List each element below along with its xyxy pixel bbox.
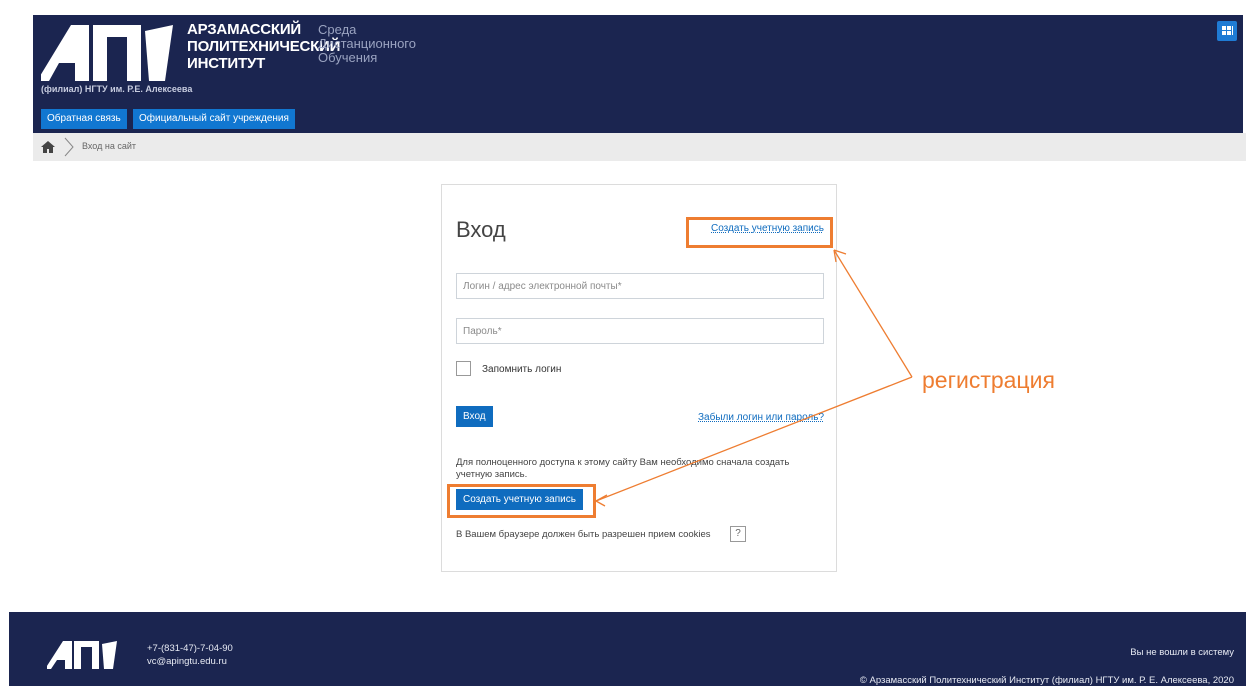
site-footer: +7-(831-47)-7-04-90 vc@apingtu.edu.ru Вы… (9, 612, 1246, 686)
footer-email[interactable]: vc@apingtu.edu.ru (147, 655, 233, 668)
help-icon[interactable]: ? (730, 526, 746, 542)
highlight-create-account-link (686, 217, 833, 248)
subtitle-line-2: Дистанционного (318, 36, 416, 51)
login-title: Вход (456, 217, 506, 242)
subtitle-line-3: Обучения (318, 50, 378, 65)
remember-login-label: Запомнить логин (482, 364, 562, 375)
logo-branch: (филиал) НГТУ им. Р.Е. Алексеева (41, 84, 193, 94)
login-button[interactable]: Вход (456, 406, 493, 427)
username-input[interactable] (456, 273, 824, 299)
home-icon[interactable] (41, 140, 55, 154)
breadcrumb-current: Вход на сайт (82, 141, 136, 151)
footer-phone: +7-(831-47)-7-04-90 (147, 643, 233, 654)
breadcrumb: Вход на сайт (33, 133, 1246, 161)
cookies-note: В Вашем браузере должен быть разрешен пр… (456, 529, 711, 540)
signup-note: Для полноценного доступа к этому сайту В… (456, 457, 790, 480)
remember-login-checkbox[interactable] (456, 361, 471, 376)
official-site-menu-button[interactable]: Официальный сайт учреждения (133, 109, 295, 129)
login-status: Вы не вошли в систему (1130, 647, 1234, 658)
registration-annotation: регистрация (922, 367, 1055, 393)
forgot-password-link[interactable]: Забыли логин или пароль? (698, 412, 824, 423)
copyright: © Арзамасский Политехнический Институт (… (859, 675, 1234, 686)
footer-contacts: +7-(831-47)-7-04-90 vc@apingtu.edu.ru (147, 642, 233, 668)
logo-subtitle: Среда Дистанционного Обучения (318, 23, 416, 65)
highlight-signup-button (447, 484, 596, 518)
site-header: АРЗАМАССКИЙ ПОЛИТЕХНИЧЕСКИЙ ИНСТИТУТ Сре… (33, 15, 1243, 133)
grid-icon[interactable] (1217, 21, 1237, 41)
footer-logo-icon (47, 641, 117, 669)
institute-logo-icon[interactable] (41, 23, 173, 87)
feedback-menu-button[interactable]: Обратная связь (41, 109, 127, 129)
chevron-right-icon (64, 137, 74, 157)
subtitle-line-1: Среда (318, 22, 357, 37)
password-input[interactable] (456, 318, 824, 344)
